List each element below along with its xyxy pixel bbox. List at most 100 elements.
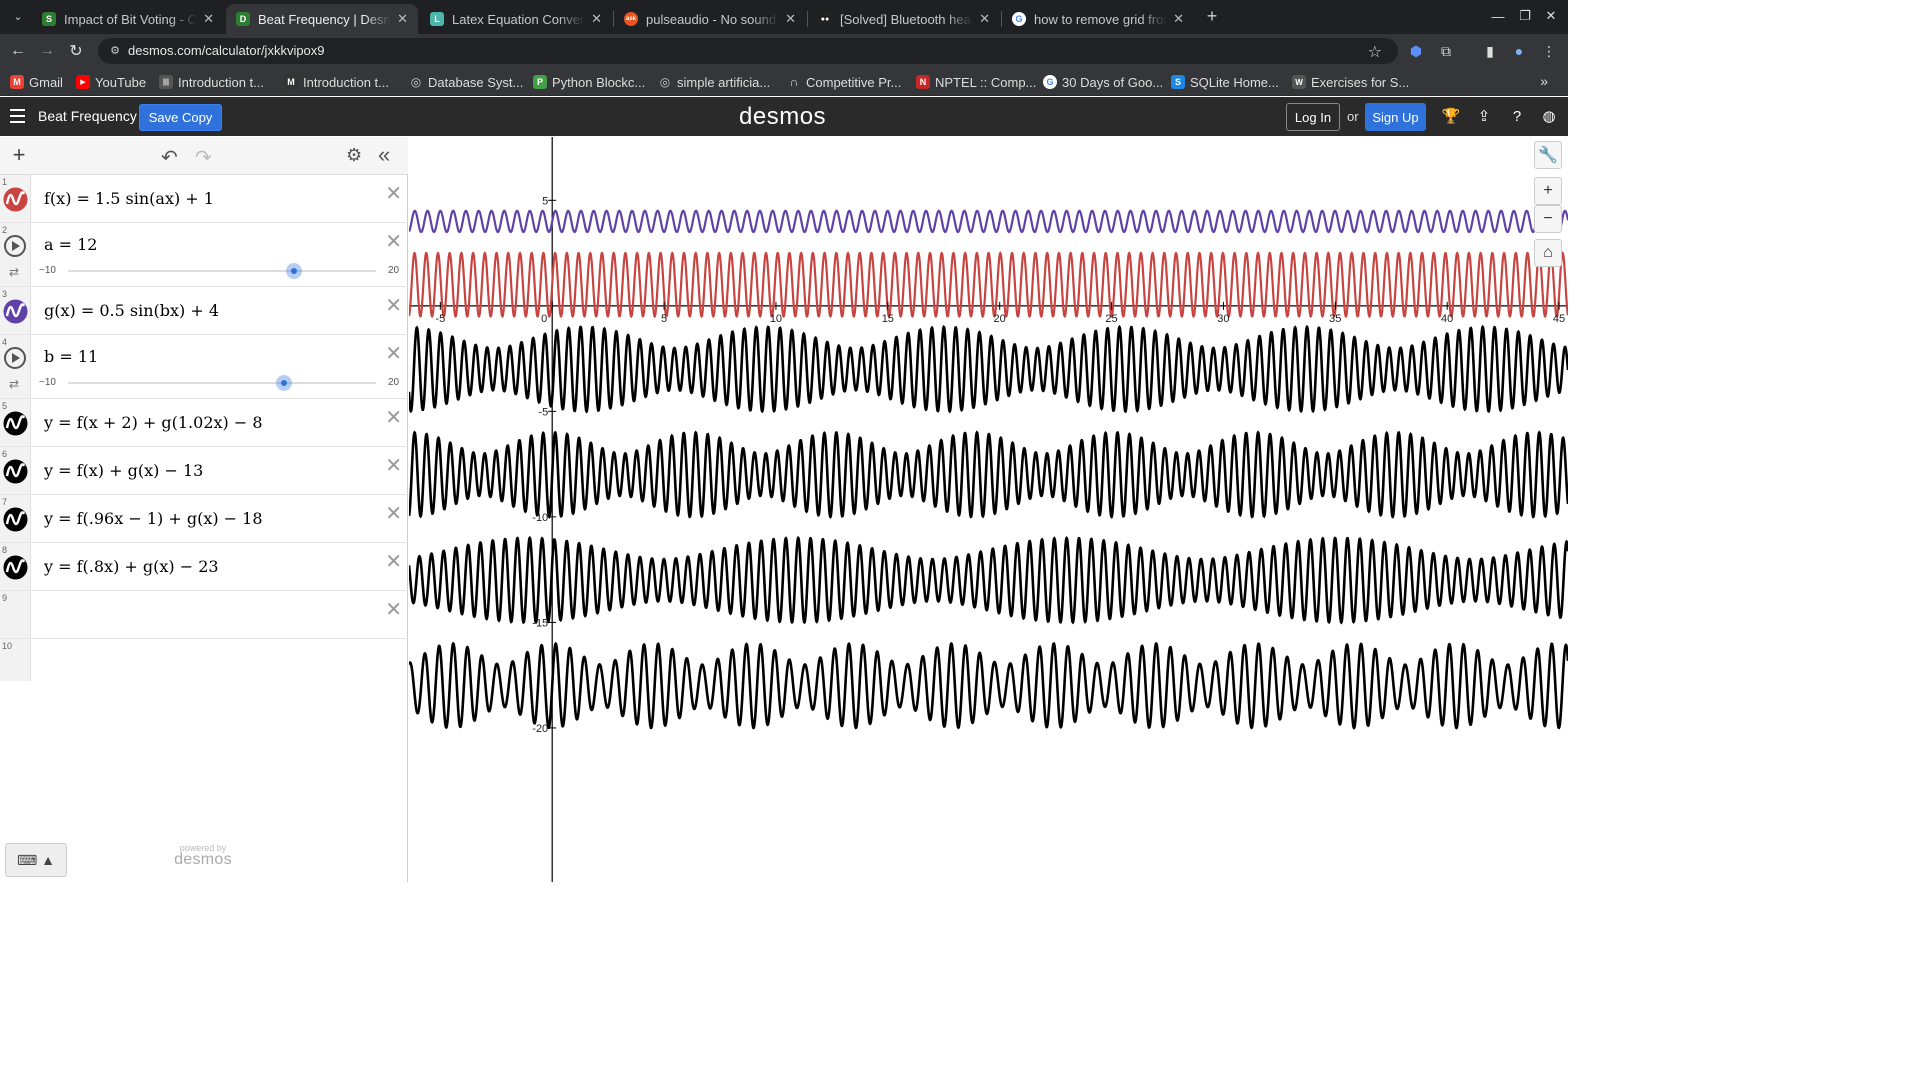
delete-expression-icon[interactable]: ✕: [385, 453, 402, 478]
bookmark-item[interactable]: S SQLite Home...: [1171, 73, 1279, 91]
new-expression-row[interactable]: 10: [0, 639, 408, 681]
forward-icon[interactable]: →: [36, 40, 58, 62]
delete-expression-icon[interactable]: ✕: [385, 229, 402, 254]
back-icon[interactable]: ←: [7, 40, 29, 62]
graph-color-icon[interactable]: [3, 187, 28, 212]
zoom-out-icon[interactable]: −: [1534, 205, 1562, 233]
url-text[interactable]: desmos.com/calculator/jxkkvipox9: [128, 43, 325, 58]
browser-tab-active[interactable]: D Beat Frequency | Desmos ✕: [226, 4, 418, 34]
graph-title[interactable]: Beat Frequency: [38, 108, 137, 124]
slider-track[interactable]: [68, 382, 376, 384]
slider-handle[interactable]: [275, 375, 292, 391]
redo-icon[interactable]: ↷: [195, 145, 212, 170]
slider-max-label[interactable]: 20: [388, 265, 399, 276]
slider-row[interactable]: 2 ⇄ a = 12 ✕ −10 20: [0, 223, 408, 287]
bookmark-item[interactable]: G 30 Days of Goo...: [1043, 73, 1163, 91]
more-bookmarks-icon[interactable]: »: [1540, 73, 1548, 89]
tab-close-icon[interactable]: ✕: [979, 11, 990, 27]
delete-expression-icon[interactable]: ✕: [385, 549, 402, 574]
slider-min-label[interactable]: −10: [39, 377, 56, 388]
curve-2[interactable]: [409, 209, 1568, 234]
bookmark-item[interactable]: ◎ simple artificia...: [658, 73, 770, 91]
hamburger-menu-icon[interactable]: [10, 109, 25, 123]
keypad-toggle-button[interactable]: ⌨ ▲: [5, 843, 67, 877]
window-close-icon[interactable]: ✕: [1540, 6, 1562, 26]
bookmark-item[interactable]: ∩ Competitive Pr...: [787, 73, 902, 91]
site-info-icon[interactable]: ⚙: [108, 44, 122, 58]
tab-close-icon[interactable]: ✕: [785, 11, 796, 27]
delete-expression-icon[interactable]: ✕: [385, 597, 402, 622]
loop-icon[interactable]: ⇄: [9, 265, 19, 279]
tab-search-icon[interactable]: ⌄: [8, 6, 28, 26]
curve-1[interactable]: [409, 251, 1568, 318]
delete-expression-icon[interactable]: ✕: [385, 405, 402, 430]
slider-min-label[interactable]: −10: [39, 265, 56, 276]
collapse-list-icon[interactable]: «: [378, 142, 390, 168]
delete-expression-icon[interactable]: ✕: [385, 181, 402, 206]
minimize-icon[interactable]: —: [1487, 6, 1509, 26]
graph-color-icon[interactable]: [3, 411, 28, 436]
browser-tab[interactable]: ask pulseaudio - No sound in ✕: [614, 4, 806, 34]
browser-tab[interactable]: S Impact of Bit Voting - Or ✕: [32, 4, 224, 34]
curve-3[interactable]: [409, 324, 1568, 414]
delete-expression-icon[interactable]: ✕: [385, 501, 402, 526]
tab-close-icon[interactable]: ✕: [1173, 11, 1184, 27]
expression-math[interactable]: a = 12: [44, 235, 97, 254]
signup-button[interactable]: Sign Up: [1365, 103, 1426, 131]
delete-expression-icon[interactable]: ✕: [385, 293, 402, 318]
share-icon[interactable]: ⇪: [1475, 107, 1493, 125]
expression-math[interactable]: y = f(x) + g(x) − 13: [44, 461, 203, 480]
browser-menu-icon[interactable]: ⋮: [1540, 42, 1558, 60]
play-animation-icon[interactable]: [4, 235, 26, 257]
language-globe-icon[interactable]: ◍: [1540, 107, 1558, 125]
expression-math[interactable]: y = f(x + 2) + g(1.02x) − 8: [44, 413, 263, 432]
curve-6[interactable]: [409, 641, 1568, 730]
profile-avatar-icon[interactable]: ●: [1510, 42, 1528, 60]
delete-expression-icon[interactable]: ✕: [385, 341, 402, 366]
expression-math[interactable]: y = f(.8x) + g(x) − 23: [44, 557, 219, 576]
graph-color-icon[interactable]: [3, 299, 28, 324]
graph-paper[interactable]: -5 0 5 10 15 20 25 30 35 40 45 5 -5 -10 -15 -20 🔧 + − ⌂: [409, 137, 1568, 882]
bookmark-item[interactable]: ||| Introduction t...: [159, 73, 264, 91]
new-tab-icon[interactable]: +: [1202, 6, 1222, 26]
bookmark-youtube[interactable]: ▶ YouTube: [76, 73, 146, 91]
expression-math[interactable]: g(x) = 0.5 sin(bx) + 4: [44, 301, 219, 320]
slider-track[interactable]: [68, 270, 376, 272]
expression-row[interactable]: 7 y = f(.96x − 1) + g(x) − 18 ✕: [0, 495, 408, 543]
tab-close-icon[interactable]: ✕: [203, 11, 214, 27]
graph-color-icon[interactable]: [3, 555, 28, 580]
expression-row[interactable]: 6 y = f(x) + g(x) − 13 ✕: [0, 447, 408, 495]
graph-canvas[interactable]: -5 0 5 10 15 20 25 30 35 40 45 5 -5 -10 -15 -20: [409, 137, 1568, 882]
extensions-puzzle-icon[interactable]: ⧉: [1437, 42, 1455, 60]
undo-icon[interactable]: ↶: [161, 145, 178, 170]
reload-icon[interactable]: ↻: [65, 40, 87, 62]
save-copy-button[interactable]: Save Copy: [139, 104, 222, 131]
slider-row[interactable]: 4 ⇄ b = 11 ✕ −10 20: [0, 335, 408, 399]
loop-icon[interactable]: ⇄: [9, 377, 19, 391]
graph-color-icon[interactable]: [3, 507, 28, 532]
login-button[interactable]: Log In: [1286, 103, 1340, 131]
trophy-icon[interactable]: 🏆: [1442, 107, 1461, 125]
restore-icon[interactable]: ❐: [1514, 6, 1536, 26]
empty-expression-row[interactable]: 9 ✕: [0, 591, 408, 639]
browser-tab[interactable]: ●● [Solved] Bluetooth head ✕: [808, 4, 1000, 34]
tab-close-icon[interactable]: ✕: [397, 11, 408, 27]
graph-settings-wrench-icon[interactable]: 🔧: [1534, 141, 1562, 169]
curve-5[interactable]: [409, 535, 1568, 625]
bookmark-star-icon[interactable]: ☆: [1368, 42, 1382, 62]
default-viewport-home-icon[interactable]: ⌂: [1534, 239, 1562, 267]
add-expression-icon[interactable]: +: [8, 144, 30, 166]
zoom-in-icon[interactable]: +: [1534, 177, 1562, 205]
slider-max-label[interactable]: 20: [388, 377, 399, 388]
bookmark-gmail[interactable]: M Gmail: [10, 73, 63, 91]
expression-row[interactable]: 8 y = f(.8x) + g(x) − 23 ✕: [0, 543, 408, 591]
expression-math[interactable]: b = 11: [44, 347, 98, 366]
browser-tab[interactable]: G how to remove grid from ✕: [1002, 4, 1194, 34]
graph-settings-gear-icon[interactable]: ⚙: [346, 145, 362, 166]
expression-row[interactable]: 1 f(x) = 1.5 sin(ax) + 1 ✕: [0, 175, 408, 223]
slider-handle[interactable]: [285, 263, 302, 279]
side-panel-icon[interactable]: ▮: [1481, 42, 1499, 60]
extension-shield-icon[interactable]: ⬢: [1407, 42, 1425, 60]
browser-tab[interactable]: L Latex Equation Conversio ✕: [420, 4, 612, 34]
graph-color-icon[interactable]: [3, 459, 28, 484]
